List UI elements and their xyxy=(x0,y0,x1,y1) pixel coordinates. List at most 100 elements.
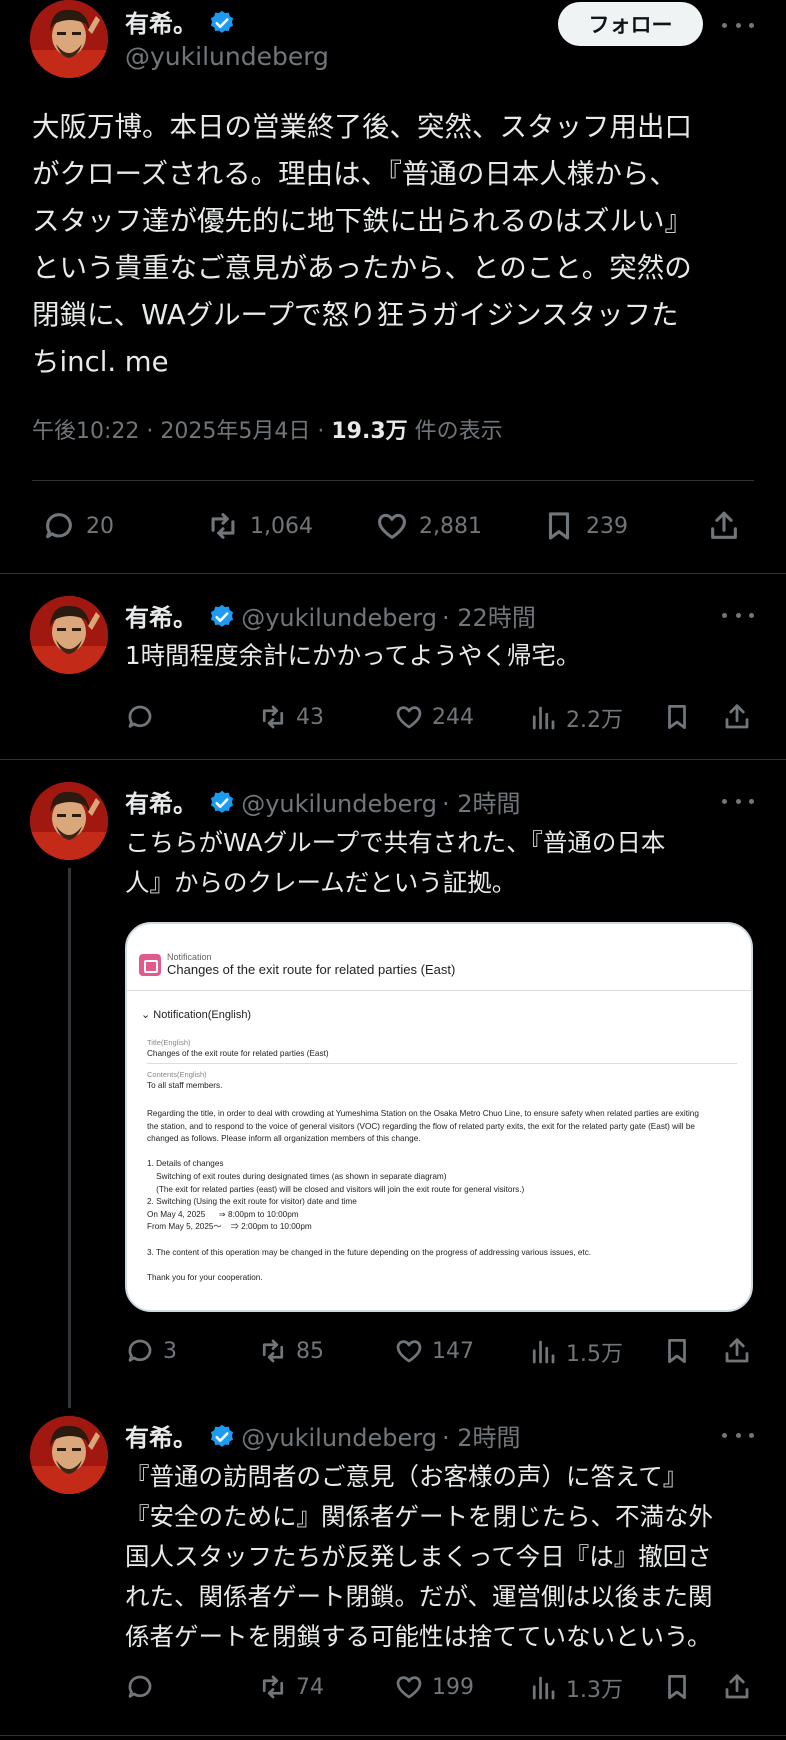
reply-button[interactable]: 20 xyxy=(42,509,114,543)
reply-time[interactable]: · 22時間 xyxy=(442,604,536,632)
like-button[interactable]: 2,881 xyxy=(375,509,482,543)
like-button[interactable]: 199 xyxy=(394,1672,474,1702)
reply-header[interactable]: 有希。 @yukilundeberg · 2時間 xyxy=(125,784,521,819)
like-count: 199 xyxy=(432,1674,474,1700)
bookmark-icon xyxy=(668,1675,686,1699)
bookmark-icon xyxy=(668,705,686,729)
views-chart-icon xyxy=(532,1340,555,1364)
like-icon xyxy=(378,513,406,539)
bookmark-icon xyxy=(668,1339,686,1363)
retweet-icon xyxy=(262,1339,284,1363)
share-button[interactable] xyxy=(722,702,752,732)
author-handle[interactable]: @yukilundeberg xyxy=(125,42,329,71)
share-icon xyxy=(725,1674,749,1699)
author-name-row[interactable]: 有希。 xyxy=(125,4,236,39)
reply-header[interactable]: 有希。 @yukilundeberg · 22時間 xyxy=(125,598,536,633)
avatar[interactable] xyxy=(30,1416,108,1494)
retweet-button[interactable]: 43 xyxy=(258,702,324,732)
avatar[interactable] xyxy=(30,782,108,860)
notification-image-card[interactable]: Notification Changes of the exit route f… xyxy=(125,922,753,1312)
bookmark-button[interactable] xyxy=(662,1336,692,1366)
reply-count: 3 xyxy=(163,1338,177,1364)
view-count: 2.2万 xyxy=(566,708,623,733)
reply-icon xyxy=(128,705,152,728)
retweet-count: 1,064 xyxy=(250,513,313,539)
reply-count: 20 xyxy=(86,513,114,539)
more-options-icon[interactable] xyxy=(722,608,754,622)
reply-time[interactable]: · 2時間 xyxy=(442,1424,521,1452)
notification-title: Changes of the exit route for related pa… xyxy=(167,962,456,977)
more-options-icon[interactable] xyxy=(722,794,754,808)
divider xyxy=(0,759,786,760)
avatar-image xyxy=(30,0,108,78)
retweet-icon xyxy=(211,513,235,539)
author-name[interactable]: 有希。 xyxy=(125,1424,197,1452)
like-count: 244 xyxy=(432,704,474,730)
author-name[interactable]: 有希。 xyxy=(125,604,197,632)
follow-button[interactable]: フォロー xyxy=(558,2,703,46)
views-chart-icon xyxy=(532,1676,555,1700)
views-button[interactable]: 2.2万 xyxy=(528,702,623,734)
author-name[interactable]: 有希。 xyxy=(125,10,197,38)
bookmark-button[interactable] xyxy=(662,702,692,732)
retweet-count: 85 xyxy=(296,1338,324,1364)
reply-icon xyxy=(128,1675,152,1698)
reply-button[interactable]: 3 xyxy=(125,1336,177,1366)
verified-badge-icon xyxy=(211,790,234,813)
bookmark-count: 239 xyxy=(586,513,628,539)
divider xyxy=(0,1735,786,1736)
share-button[interactable] xyxy=(722,1336,752,1366)
reply-text: 1時間程度余計にかかってようやく帰宅。 xyxy=(125,641,581,670)
divider xyxy=(32,480,754,481)
avatar[interactable] xyxy=(30,0,108,78)
more-options-icon[interactable] xyxy=(722,18,754,32)
share-button[interactable] xyxy=(707,509,741,543)
reply-time[interactable]: · 2時間 xyxy=(442,790,521,818)
notification-label: Notification xyxy=(167,952,212,962)
reply-button[interactable] xyxy=(125,1672,163,1702)
divider xyxy=(0,573,786,574)
retweet-button[interactable]: 85 xyxy=(258,1336,324,1366)
author-name[interactable]: 有希。 xyxy=(125,790,197,818)
author-handle[interactable]: @yukilundeberg xyxy=(241,790,437,818)
contents-field-value: To all staff members. xyxy=(147,1081,223,1090)
share-icon xyxy=(711,511,737,539)
views-button[interactable]: 1.3万 xyxy=(528,1672,623,1704)
verified-badge-icon xyxy=(211,604,234,627)
view-count: 19.3万 xyxy=(331,419,408,444)
like-icon xyxy=(396,1676,422,1699)
bookmark-button[interactable]: 239 xyxy=(542,509,628,543)
retweet-count: 74 xyxy=(296,1674,324,1700)
share-icon xyxy=(725,1338,749,1363)
title-field-value: Changes of the exit route for related pa… xyxy=(147,1049,329,1058)
author-handle[interactable]: @yukilundeberg xyxy=(241,1424,437,1452)
retweet-button[interactable]: 1,064 xyxy=(206,509,313,543)
like-button[interactable]: 147 xyxy=(394,1336,474,1366)
more-options-icon[interactable] xyxy=(722,1428,754,1442)
title-field-label: Title(English) xyxy=(147,1038,191,1047)
avatar-image xyxy=(30,782,108,860)
like-count: 2,881 xyxy=(419,513,482,539)
verified-badge-icon xyxy=(211,10,234,33)
notification-icon xyxy=(139,954,161,976)
thread-connector-line xyxy=(68,868,71,1408)
views-chart-icon xyxy=(532,706,555,730)
tweet-meta: 午後10:22 · 2025年5月4日 · 19.3万 件の表示 xyxy=(32,413,503,445)
views-button[interactable]: 1.5万 xyxy=(528,1336,623,1368)
tweet-timestamp[interactable]: 午後10:22 · 2025年5月4日 · xyxy=(32,419,324,444)
reply-header[interactable]: 有希。 @yukilundeberg · 2時間 xyxy=(125,1418,521,1453)
like-icon xyxy=(396,1340,422,1363)
reply-button[interactable] xyxy=(125,702,163,732)
like-button[interactable]: 244 xyxy=(394,702,474,732)
reply-icon xyxy=(128,1339,152,1362)
avatar[interactable] xyxy=(30,596,108,674)
reply-text: 『普通の訪問者のご意見（お客様の声）に答えて』 『安全のために』関係者ゲートを閉… xyxy=(125,1462,713,1651)
share-button[interactable] xyxy=(722,1672,752,1702)
verified-badge-icon xyxy=(211,1424,234,1447)
bookmark-icon xyxy=(548,512,570,540)
reply-text: こちらがWAグループで共有された、『普通の日本 人』からのクレームだという証拠。 xyxy=(125,828,666,897)
retweet-button[interactable]: 74 xyxy=(258,1672,324,1702)
like-icon xyxy=(396,706,422,729)
bookmark-button[interactable] xyxy=(662,1672,692,1702)
author-handle[interactable]: @yukilundeberg xyxy=(241,604,437,632)
